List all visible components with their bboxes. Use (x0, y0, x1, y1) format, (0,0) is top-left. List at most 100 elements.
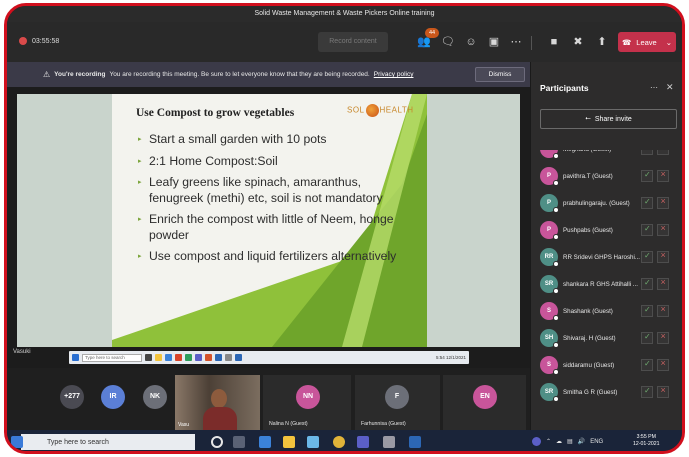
status-icon (553, 369, 559, 375)
volume-icon[interactable]: 🔊 (578, 438, 585, 445)
participant-tile[interactable]: EN (443, 375, 526, 430)
mic-off-icon[interactable]: ✖ (569, 34, 587, 50)
participant-tile[interactable]: F Farhunnisa (Guest) (355, 375, 440, 430)
shared-windows-taskbar: Type here to search 5:54 12/1/2021 (69, 351, 469, 364)
participant-name: Pushpabs (Guest) (563, 227, 613, 234)
word-icon[interactable] (409, 436, 421, 448)
banner-heading: You're recording (54, 71, 106, 78)
status-icon (553, 288, 559, 294)
remove-cross-icon[interactable] (657, 277, 669, 290)
logo-left-text: SOL (347, 105, 365, 115)
leave-label: Leave (636, 37, 657, 47)
rooms-icon[interactable]: ▣ (485, 34, 503, 50)
panel-title: Participants (540, 83, 589, 93)
presentation-slide: Use Compost to grow vegetables SOL HEALTH… (112, 94, 427, 347)
participant-avatar: RR (540, 248, 559, 267)
participant-video-tile[interactable]: Vasu (175, 375, 260, 430)
remove-cross-icon[interactable] (657, 196, 669, 209)
participant-row[interactable]: Ppavithra.T (Guest) (531, 164, 681, 190)
teams-icon[interactable] (357, 436, 369, 448)
participant-row[interactable]: SR Smitha G R (Guest) (531, 380, 681, 406)
participant-row[interactable]: Pprabhulingaraju. (Guest) (531, 191, 681, 217)
avatar-initials: SR (544, 389, 554, 395)
participant-row[interactable]: RR RR Sridevi GHPS Haroshi... (531, 245, 681, 271)
participant-avatar: SH (540, 329, 559, 348)
window-title: Solid Waste Management & Waste Pickers O… (7, 6, 682, 22)
admit-check-icon[interactable] (641, 386, 653, 398)
file-explorer-icon[interactable] (283, 436, 295, 448)
task-view-icon[interactable] (233, 436, 245, 448)
dismiss-button[interactable]: Dismiss (475, 67, 525, 82)
close-icon[interactable]: ✕ (666, 82, 674, 93)
panel-more-icon[interactable]: ⋯ (650, 83, 658, 92)
admit-check-icon[interactable] (641, 224, 653, 236)
remove-cross-icon[interactable] (657, 304, 669, 317)
participant-row[interactable]: P Pushpabs (Guest) (531, 218, 681, 244)
participant-avatar[interactable]: NK (143, 385, 167, 409)
remove-cross-icon[interactable] (657, 250, 669, 263)
shared-ppt-icon (205, 354, 212, 361)
taskbar-clock[interactable]: 3:55 PM 12-01-2021 (633, 434, 660, 448)
shared-clock-time: 5:54 (435, 355, 445, 360)
chrome-icon[interactable] (333, 436, 345, 448)
leave-button[interactable]: ☎ Leave ⌄ (618, 32, 676, 52)
teams-tray-icon[interactable] (532, 437, 541, 446)
status-icon (553, 207, 559, 213)
admit-check-icon[interactable] (641, 359, 653, 371)
status-icon (553, 180, 559, 186)
share-screen-icon[interactable]: ⬆ (593, 34, 611, 50)
participant-row[interactable]: M Meghana (Guest) (531, 150, 681, 163)
share-invite-button[interactable]: ⭠ Share invite (540, 109, 677, 129)
remove-cross-icon[interactable] (657, 331, 669, 344)
participant-row[interactable]: SR shankara R GHS Attihalli ... (531, 272, 681, 298)
remove-cross-icon[interactable] (657, 223, 669, 236)
admit-check-icon[interactable] (641, 305, 653, 317)
admit-check-icon[interactable] (641, 251, 653, 263)
participant-list: MMeghana (Guest)Ppavithra.T (Guest)Pprab… (531, 150, 681, 430)
chevron-up-icon[interactable]: ⌃ (546, 438, 551, 445)
participant-avatar[interactable]: IR (101, 385, 125, 409)
remove-cross-icon[interactable] (657, 358, 669, 371)
overflow-count-button[interactable]: +277 (60, 385, 84, 409)
cloud-icon[interactable]: ☁ (556, 438, 562, 445)
participant-avatar: EN (473, 385, 497, 409)
participant-name: Smitha G R (Guest) (563, 389, 618, 396)
windows-start-icon[interactable] (11, 436, 23, 448)
participant-row[interactable]: Ssiddaramu (Guest) (531, 353, 681, 379)
admit-check-icon[interactable] (641, 197, 653, 209)
chat-icon[interactable]: 🗨 (439, 34, 457, 50)
slide-bullet: Enrich the compost with little of Neem, … (138, 212, 398, 243)
edge-icon[interactable] (259, 436, 271, 448)
taskbar-search-box[interactable]: Type here to search (21, 434, 195, 450)
remove-cross-icon[interactable] (657, 169, 669, 182)
store-icon[interactable] (307, 436, 319, 448)
meeting-toolbar: 03:55:58 Record content 👥 44 🗨 ☺ ▣ ⋯ ■ ✖… (7, 22, 682, 62)
admit-check-icon[interactable] (641, 150, 653, 155)
admit-check-icon[interactable] (641, 278, 653, 290)
record-content-button[interactable]: Record content (318, 32, 388, 52)
camera-off-icon[interactable]: ■ (545, 34, 563, 50)
cortana-icon[interactable] (211, 436, 223, 448)
participant-avatar: S (540, 356, 559, 375)
privacy-policy-link[interactable]: Privacy policy (374, 71, 414, 78)
reactions-icon[interactable]: ☺ (462, 34, 480, 50)
admit-check-icon[interactable] (641, 170, 653, 182)
remove-cross-icon[interactable] (657, 150, 669, 155)
participant-tile[interactable]: NN Nalina N (Guest) (263, 375, 351, 430)
participant-row[interactable]: SH Shivaraj. H (Guest) (531, 326, 681, 352)
panel-scrollbar[interactable] (683, 180, 685, 204)
participant-body (203, 407, 237, 430)
shared-screen-stage: Use Compost to grow vegetables SOL HEALTH… (7, 87, 530, 368)
network-icon[interactable]: ▤ (567, 438, 573, 445)
participant-row[interactable]: S Shashank (Guest) (531, 299, 681, 325)
warning-icon: ⚠ (43, 70, 51, 79)
language-indicator[interactable]: ENG (590, 439, 603, 445)
avatar-initials: S (546, 362, 551, 368)
remove-cross-icon[interactable] (657, 385, 669, 398)
admit-check-icon[interactable] (641, 332, 653, 344)
avatar-initials: SR (544, 281, 554, 287)
more-actions-icon[interactable]: ⋯ (507, 34, 525, 50)
participant-avatar: P (540, 221, 559, 240)
taskbar-search-text: Type here to search (47, 438, 109, 446)
app-icon[interactable] (383, 436, 395, 448)
